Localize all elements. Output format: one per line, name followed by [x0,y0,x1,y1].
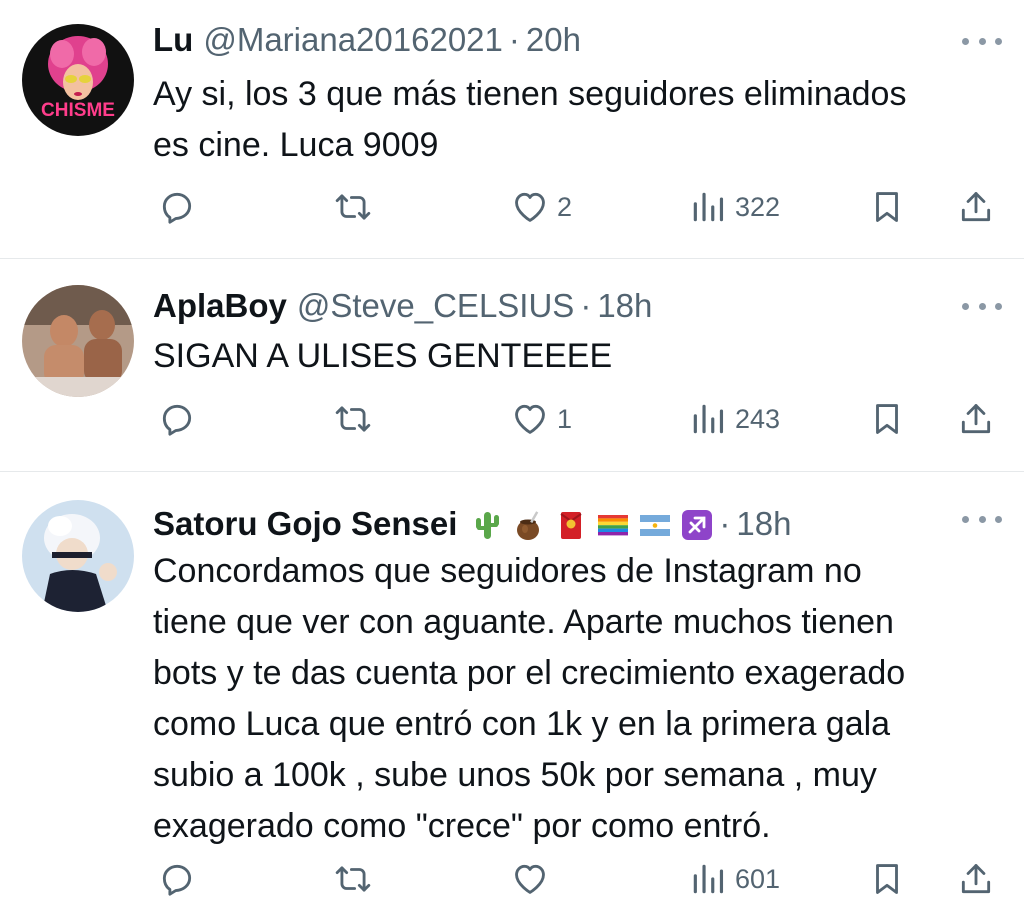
action-bar: 601 [0,854,1024,903]
tweet-text-line: bots y te das cuenta por el crecimiento … [153,654,906,692]
reply-icon [162,864,192,896]
timestamp[interactable]: 18h [736,504,791,544]
reply-button[interactable] [158,854,196,903]
views-button[interactable]: 601 [689,854,780,903]
share-icon [961,864,991,894]
tweet-text-line: exagerado como "crece" por como entró. [153,807,771,845]
avatar-logo-text: CHISME [41,100,115,121]
reply-button[interactable] [158,394,196,444]
name-emojis [471,505,713,545]
tweet-text-line: tiene que ver con aguante. Aparte muchos… [153,603,894,641]
avatar[interactable] [22,285,134,397]
tweet-text-line: SIGAN A ULISES GENTEEEE [153,337,613,375]
more-options-icon[interactable] [962,34,1002,48]
tweet[interactable]: AplaBoy @Steve_CELSIUS · 18h SIGAN A ULI… [0,259,1024,471]
tweet-text-line: Ay si, los 3 que más tienen seguidores e… [153,75,907,113]
avatar[interactable]: CHISME [22,24,134,136]
bookmark-button[interactable] [868,394,906,444]
views-icon [693,864,724,894]
like-count: 2 [557,191,573,222]
share-icon [961,192,991,222]
like-button[interactable]: 2 [511,182,572,232]
tweet-text: SIGAN A ULISES GENTEEEE [153,331,1013,382]
share-icon [961,404,991,434]
reply-button[interactable] [158,182,196,232]
timestamp[interactable]: 18h [597,286,652,326]
cactus-emoji [476,512,500,539]
retweet-button[interactable] [332,394,374,444]
retweet-icon [335,194,371,220]
retweet-button[interactable] [332,854,374,903]
bookmark-icon [876,192,898,222]
views-button[interactable]: 322 [689,182,780,232]
tweet-text-line: como Luca que entró con 1k y en la prime… [153,705,891,743]
share-button[interactable] [957,182,995,232]
tweet-text: Ay si, los 3 que más tienen seguidores e… [153,69,1013,171]
view-count: 601 [735,863,781,894]
heart-icon [515,864,545,894]
views-icon [693,404,724,434]
like-button[interactable] [511,854,557,903]
avatar[interactable] [22,500,134,612]
share-button[interactable] [957,854,995,903]
more-options-icon[interactable] [962,299,1002,313]
separator-dot: · [508,21,520,58]
retweet-button[interactable] [332,182,374,232]
view-count: 243 [735,403,781,434]
views-icon [693,192,724,222]
action-bar: 1 243 [0,394,1024,444]
like-count: 1 [557,403,573,434]
user-handle[interactable]: @Mariana20162021 [203,20,503,60]
tweet[interactable]: Satoru Gojo Sensei · 18h Concordamos que… [0,472,1024,903]
bookmark-icon [876,404,898,434]
red-envelope-emoji [560,512,582,539]
separator-dot: · [719,505,731,542]
reply-icon [162,192,192,224]
display-name[interactable]: AplaBoy [153,286,287,326]
reply-icon [162,404,192,436]
user-handle[interactable]: @Steve_CELSIUS [297,286,574,326]
more-options-icon[interactable] [962,512,1002,526]
tweet-text-line: Concordamos que seguidores de Instagram … [153,552,862,590]
tweet-feed: CHISME Lu @Mariana20162021 · 20h Ay si, … [0,0,1024,903]
tweet-text: Concordamos que seguidores de Instagram … [153,546,1013,852]
view-count: 322 [735,191,781,222]
share-button[interactable] [957,394,995,444]
display-name[interactable]: Satoru Gojo Sensei [153,504,457,544]
bookmark-button[interactable] [868,854,906,903]
tweet-text-line: es cine. Luca 9009 [153,126,439,164]
timestamp[interactable]: 20h [526,20,581,60]
action-bar: 2 322 [0,182,1024,232]
sagittarius-emoji [682,510,713,540]
heart-icon [515,192,545,222]
mate-emoji [517,511,540,540]
heart-icon [515,404,545,434]
bookmark-button[interactable] [868,182,906,232]
like-button[interactable]: 1 [511,394,572,444]
retweet-icon [335,866,371,892]
retweet-icon [335,406,371,432]
views-button[interactable]: 243 [689,394,780,444]
argentina-flag-emoji [640,515,671,536]
display-name[interactable]: Lu [153,20,193,60]
bookmark-icon [876,864,898,894]
tweet-text-line: subio a 100k , sube unos 50k por semana … [153,756,877,794]
separator-dot: · [580,287,592,324]
tweet[interactable]: CHISME Lu @Mariana20162021 · 20h Ay si, … [0,0,1024,258]
rainbow-flag-emoji [598,515,629,536]
